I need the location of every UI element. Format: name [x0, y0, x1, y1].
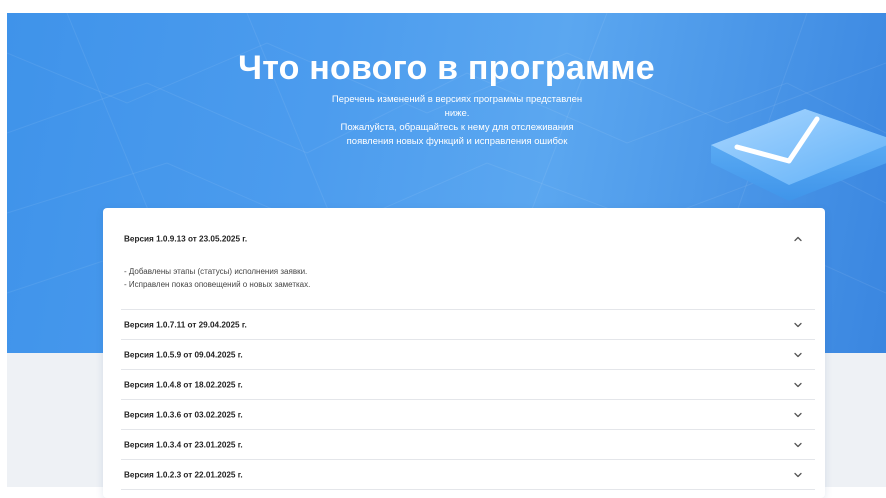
version-title: Версия 1.0.9.13 от 23.05.2025 г.	[124, 234, 248, 243]
envelope-icon	[711, 109, 886, 201]
change-item: - Добавлены этапы (статусы) исполнения з…	[124, 267, 308, 276]
version-title: Версия 1.0.4.8 от 18.02.2025 г.	[124, 380, 243, 389]
subtitle-line: ниже.	[444, 108, 470, 119]
version-title: Версия 1.0.2.3 от 22.01.2025 г.	[124, 470, 243, 479]
change-item: - Исправлен показ оповещений о новых зам…	[124, 280, 311, 289]
chevron-down-icon	[794, 322, 802, 327]
version-item-header[interactable]: Версия 1.0.5.9 от 09.04.2025 г.	[121, 340, 815, 370]
chevron-down-icon	[794, 472, 802, 477]
version-title: Версия 1.0.3.4 от 23.01.2025 г.	[124, 440, 243, 449]
page-subtitle: Перечень изменений в версиях программы п…	[317, 93, 597, 149]
subtitle-line: появления новых функций и исправления ош…	[346, 136, 568, 147]
chevron-down-icon	[794, 442, 802, 447]
version-item-header[interactable]: Версия 1.0.7.11 от 29.04.2025 г.	[121, 310, 815, 340]
subtitle-line: Пожалуйста, обращайтесь к нему для отсле…	[340, 122, 574, 133]
chevron-down-icon	[794, 382, 802, 387]
version-title: Версия 1.0.5.9 от 09.04.2025 г.	[124, 350, 243, 359]
page-title: Что нового в программе	[238, 49, 655, 87]
changelog-card: Версия 1.0.9.13 от 23.05.2025 г. - Добав…	[103, 208, 825, 498]
subtitle-line: Перечень изменений в версиях программы п…	[331, 94, 583, 105]
version-title: Версия 1.0.7.11 от 29.04.2025 г.	[124, 320, 247, 329]
chevron-down-icon	[794, 352, 802, 357]
version-item-header[interactable]: Версия 1.0.3.4 от 23.01.2025 г.	[121, 430, 815, 460]
version-title: Версия 1.0.3.6 от 03.02.2025 г.	[124, 410, 243, 419]
version-item-header[interactable]: Версия 1.0.3.6 от 03.02.2025 г.	[121, 400, 815, 430]
version-changes: - Добавлены этапы (статусы) исполнения з…	[124, 265, 724, 291]
version-item-header[interactable]: Версия 1.0.4.8 от 18.02.2025 г.	[121, 370, 815, 400]
chevron-up-icon	[794, 236, 802, 241]
chevron-down-icon	[794, 412, 802, 417]
version-item-header[interactable]: Версия 1.0.2.3 от 22.01.2025 г.	[121, 460, 815, 490]
version-item-header[interactable]: Версия 1.0.9.13 от 23.05.2025 г.	[121, 224, 815, 253]
